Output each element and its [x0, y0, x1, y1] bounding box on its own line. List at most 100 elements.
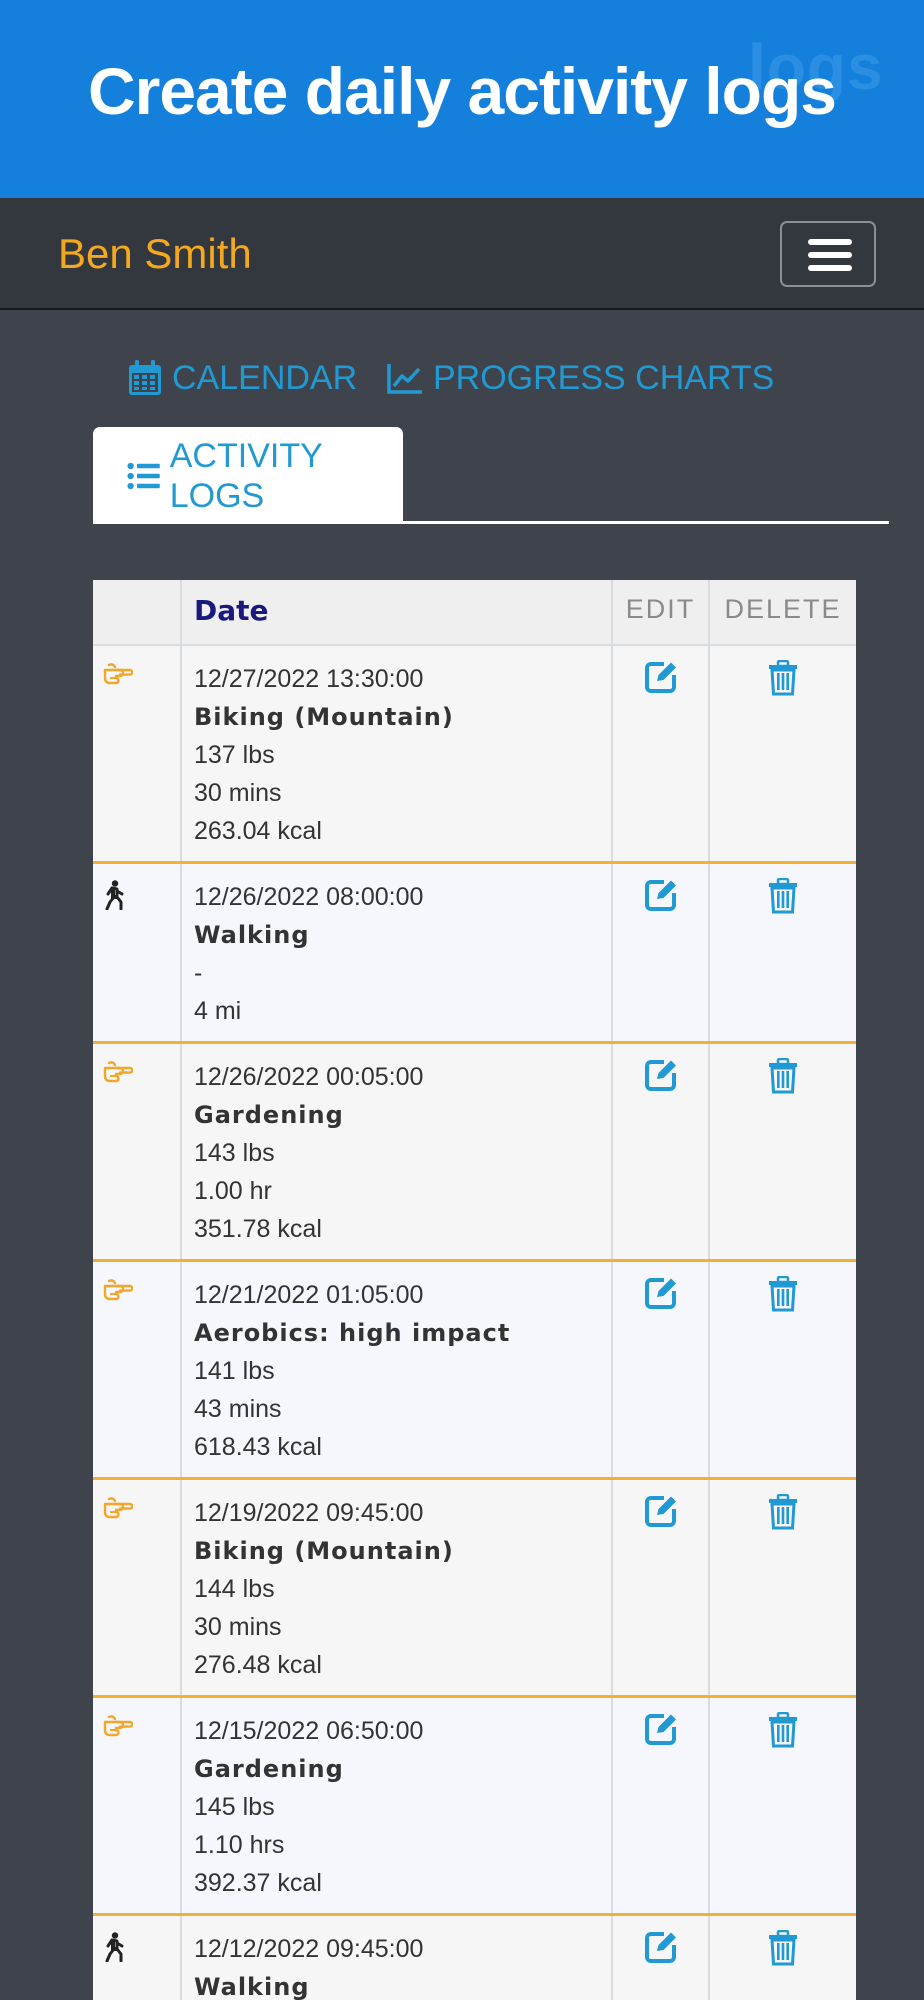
edit-icon	[644, 1714, 676, 1745]
header-delete: DELETE	[710, 580, 856, 644]
tab-calendar[interactable]: CALENDAR	[128, 358, 357, 398]
log-datetime: 12/27/2022 13:30:00	[194, 665, 424, 693]
log-activity-name: Walking	[194, 921, 310, 949]
table-row: 12/26/2022 08:00:00 Walking - 4 mi	[93, 864, 856, 1044]
row-delete-cell	[710, 1916, 856, 2000]
navbar: Ben Smith	[0, 198, 924, 310]
menu-toggle-button[interactable]	[780, 221, 876, 287]
trash-icon	[769, 1712, 797, 1748]
edit-button[interactable]	[613, 660, 708, 699]
trash-icon	[769, 1058, 797, 1094]
log-detail: 351.78 kcal	[194, 1215, 322, 1243]
header-date[interactable]: Date	[182, 580, 613, 644]
edit-button[interactable]	[613, 1494, 708, 1533]
table-row: 12/15/2022 06:50:00 Gardening 145 lbs 1.10 …	[93, 1698, 856, 1916]
tab-activity-logs-label: ACTIVITY LOGS	[169, 436, 323, 515]
pointing-hand-icon	[103, 1714, 134, 1743]
row-type-cell	[93, 1480, 182, 1695]
log-datetime: 12/21/2022 01:05:00	[194, 1281, 424, 1309]
row-edit-cell	[613, 1698, 710, 1913]
row-details-cell: 12/27/2022 13:30:00 Biking (Mountain) 137 …	[182, 646, 613, 861]
log-detail: 145 lbs	[194, 1793, 275, 1821]
row-details-cell: 12/12/2022 09:45:00Walking-4 mi	[182, 1916, 613, 2000]
delete-button[interactable]	[710, 1058, 856, 1099]
edit-button[interactable]	[613, 1712, 708, 1751]
log-activity-name: Biking (Mountain)	[194, 703, 454, 731]
table-header: Date EDIT DELETE	[93, 580, 856, 646]
edit-button[interactable]	[613, 1058, 708, 1097]
table-row: 12/27/2022 13:30:00 Biking (Mountain) 137 …	[93, 646, 856, 864]
delete-button[interactable]	[710, 1276, 856, 1317]
tab-calendar-label: CALENDAR	[172, 359, 358, 397]
header-date-label: Date	[194, 594, 269, 627]
log-activity-name: Aerobics: high impact	[194, 1319, 511, 1347]
table-row: 12/26/2022 00:05:00 Gardening 143 lbs 1.00 …	[93, 1044, 856, 1262]
edit-icon	[644, 1060, 676, 1091]
log-detail: 143 lbs	[194, 1139, 275, 1167]
row-edit-cell	[613, 1916, 710, 2000]
row-delete-cell	[710, 646, 856, 861]
table-row: 12/19/2022 09:45:00 Biking (Mountain) 144 …	[93, 1480, 856, 1698]
delete-button[interactable]	[710, 878, 856, 919]
edit-icon	[644, 1496, 676, 1527]
row-edit-cell	[613, 1480, 710, 1695]
row-edit-cell	[613, 864, 710, 1041]
row-delete-cell	[710, 1262, 856, 1477]
edit-icon	[644, 880, 676, 911]
delete-button[interactable]	[710, 660, 856, 701]
row-delete-cell	[710, 1698, 856, 1913]
trash-icon	[769, 878, 797, 914]
row-delete-cell	[710, 1044, 856, 1259]
hamburger-bar	[808, 252, 852, 258]
log-detail: 1.00 hr	[194, 1177, 272, 1205]
log-detail: 4 mi	[194, 997, 242, 1025]
brand-username[interactable]: Ben Smith	[58, 228, 252, 280]
log-datetime: 12/26/2022 00:05:00	[194, 1063, 424, 1091]
hamburger-icon	[808, 239, 852, 245]
log-detail: 618.43 kcal	[194, 1433, 322, 1461]
header-edit-label: EDIT	[625, 594, 696, 624]
pointing-hand-icon	[103, 1496, 134, 1525]
pointing-hand-icon	[103, 1278, 134, 1307]
row-type-cell	[93, 646, 182, 861]
row-details-cell: 12/19/2022 09:45:00 Biking (Mountain) 144 …	[182, 1480, 613, 1695]
edit-button[interactable]	[613, 878, 708, 917]
tab-underline	[403, 521, 889, 524]
walking-person-icon	[103, 1932, 125, 1967]
log-activity-name: Gardening	[194, 1755, 344, 1783]
edit-button[interactable]	[613, 1930, 708, 1969]
tab-progress-charts[interactable]: PROGRESS CHARTS	[387, 358, 774, 398]
page-banner: logs Create daily activity logs	[0, 0, 924, 198]
log-datetime: 12/15/2022 06:50:00	[194, 1717, 424, 1745]
log-detail: 141 lbs	[194, 1357, 275, 1385]
edit-button[interactable]	[613, 1276, 708, 1315]
log-detail: 263.04 kcal	[194, 817, 322, 845]
trash-icon	[769, 660, 797, 696]
delete-button[interactable]	[710, 1494, 856, 1535]
trash-icon	[769, 1494, 797, 1530]
log-detail: 392.37 kcal	[194, 1869, 322, 1897]
activity-log-table: Date EDIT DELETE 12/27/2022 13:30:00 Biki…	[93, 580, 856, 2000]
log-activity-name: Biking (Mountain)	[194, 1537, 454, 1565]
tab-activity-logs[interactable]: ACTIVITY LOGS	[93, 427, 403, 524]
row-type-cell	[93, 1698, 182, 1913]
table-row: 12/12/2022 09:45:00Walking-4 mi	[93, 1916, 856, 2000]
row-delete-cell	[710, 1480, 856, 1695]
delete-button[interactable]	[710, 1930, 856, 1971]
tab-progress-charts-label: PROGRESS CHARTS	[433, 359, 775, 397]
log-detail: 30 mins	[194, 779, 282, 807]
pointing-hand-icon	[103, 662, 134, 691]
log-detail: 137 lbs	[194, 741, 275, 769]
header-edit: EDIT	[613, 580, 710, 644]
delete-button[interactable]	[710, 1712, 856, 1753]
log-activity-name: Walking	[194, 1973, 310, 2000]
table-body: 12/27/2022 13:30:00 Biking (Mountain) 137 …	[93, 646, 856, 2000]
log-detail: 30 mins	[194, 1613, 282, 1641]
row-delete-cell	[710, 864, 856, 1041]
row-edit-cell	[613, 646, 710, 861]
line-chart-icon	[387, 364, 422, 394]
log-detail: 1.10 hrs	[194, 1831, 285, 1859]
log-activity-name: Gardening	[194, 1101, 344, 1129]
row-type-cell	[93, 1262, 182, 1477]
table-row: 12/21/2022 01:05:00 Aerobics: high impact…	[93, 1262, 856, 1480]
